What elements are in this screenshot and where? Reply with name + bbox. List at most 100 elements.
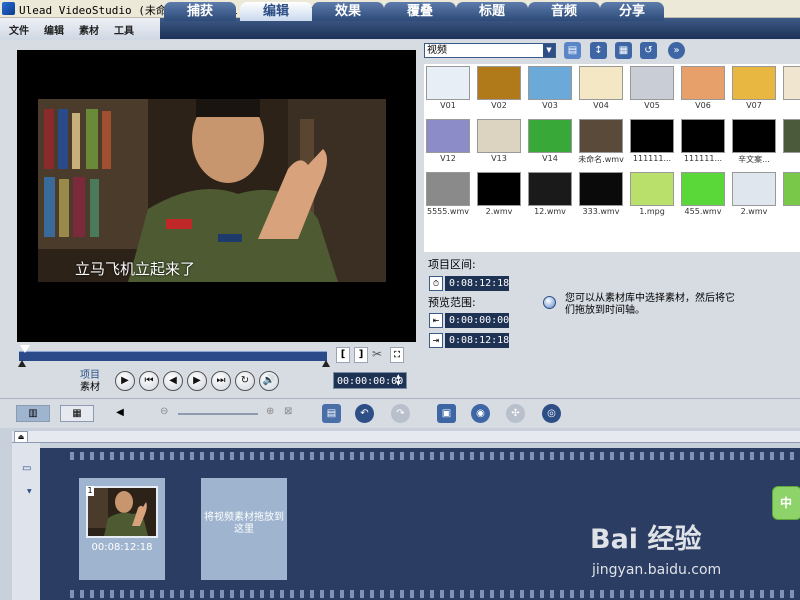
volume-icon[interactable]: 🔊 [259, 371, 279, 391]
trim-end-marker[interactable] [322, 360, 330, 367]
mode-clip[interactable]: 素材 [80, 382, 100, 394]
watermark-logo: Bai 经验 [590, 524, 702, 555]
go-start-icon[interactable]: ⏮ [139, 371, 159, 391]
zoom-slider[interactable] [178, 413, 258, 415]
repeat-icon[interactable]: ↻ [235, 371, 255, 391]
library-thumbnail[interactable] [732, 172, 776, 206]
library-thumbnail[interactable] [630, 172, 674, 206]
library-thumbnail[interactable] [426, 66, 470, 100]
library-thumbnail-label: 1 [781, 154, 800, 163]
audio-view-icon[interactable]: ◀ [103, 405, 137, 422]
clock-icon: ⏱ [429, 276, 443, 291]
library-thumbnail[interactable] [426, 172, 470, 206]
timeline-ruler[interactable] [12, 431, 800, 443]
library-manager-icon[interactable]: ▦ [615, 42, 632, 59]
storyboard-view-icon[interactable]: ▥ [16, 405, 50, 422]
tab-effects[interactable]: 效果 [312, 2, 384, 21]
video-subtitle: 立马飞机立起来了 [75, 260, 196, 278]
drop-zone[interactable]: 将视频素材拖放到这里 [201, 478, 287, 580]
tab-audio[interactable]: 音频 [528, 2, 600, 21]
fullscreen-icon[interactable]: ⛶ [390, 347, 404, 363]
library-thumbnail[interactable] [681, 172, 725, 206]
menu-tools[interactable]: 工具 [114, 22, 134, 37]
library-thumbnail[interactable] [579, 119, 623, 153]
timecode-spinner[interactable]: ▲ ▼ [396, 373, 405, 387]
fit-project-icon[interactable]: ⊠ [284, 406, 292, 417]
library-thumbnail[interactable] [426, 119, 470, 153]
tab-share[interactable]: 分享 [600, 2, 664, 21]
library-thumbnail[interactable] [783, 119, 800, 153]
library-thumbnail[interactable] [630, 119, 674, 153]
collapse-icon[interactable]: ⏏ [14, 431, 28, 443]
zoom-in-icon[interactable]: ⊕ [266, 406, 274, 417]
clip-number: 1 [86, 486, 94, 496]
library-thumbnail[interactable] [732, 66, 776, 100]
tab-overlay[interactable]: 覆叠 [384, 2, 456, 21]
side-tab[interactable]: 中 [772, 486, 800, 520]
library-thumbnail[interactable] [579, 172, 623, 206]
timeline-view-icon[interactable]: ▦ [60, 405, 94, 422]
mark-in-button[interactable]: [ [336, 347, 350, 363]
dropdown-arrow-icon[interactable]: ▼ [543, 44, 555, 57]
library-thumbnail-label: V [781, 101, 800, 110]
library-thumbnail[interactable] [477, 172, 521, 206]
range-start-value: 0:00:00:00 [445, 313, 509, 328]
library-thumbnail-label: V04 [593, 101, 609, 110]
insert-media-icon[interactable]: ▤ [322, 404, 341, 423]
library-thumbnail-label: 333.wmv [582, 207, 620, 216]
tab-capture[interactable]: 捕获 [164, 2, 236, 21]
import-icon[interactable]: ↺ [640, 42, 657, 59]
library-thumbnail[interactable] [783, 66, 800, 100]
track-dropdown-icon[interactable]: ▼ [27, 488, 32, 495]
library-thumbnail[interactable] [477, 119, 521, 153]
library-thumbnail-label: 111111... [632, 154, 672, 163]
mode-project[interactable]: 项目 [80, 370, 100, 382]
zoom-out-icon[interactable]: ⊖ [160, 406, 168, 417]
smart-proxy-icon[interactable]: ▣ [437, 404, 456, 423]
library-thumbnail-label: 455.wmv [684, 207, 722, 216]
prev-frame-icon[interactable]: ◀ [163, 371, 183, 391]
film-sprockets-top [70, 452, 800, 460]
library-thumbnail[interactable] [681, 66, 725, 100]
clip-thumbnail[interactable] [86, 486, 158, 538]
menu-clip[interactable]: 素材 [79, 22, 99, 37]
library-thumbnail[interactable] [630, 66, 674, 100]
tab-title[interactable]: 标题 [456, 2, 528, 21]
tab-edit[interactable]: 编辑 [240, 2, 312, 21]
library-thumbnail[interactable] [477, 66, 521, 100]
folder-icon[interactable]: ▤ [564, 42, 581, 59]
library-thumbnail[interactable] [528, 66, 572, 100]
film-sprockets-bottom [70, 590, 800, 598]
library-thumbnail-label: 2.wmv [740, 207, 768, 216]
library-thumbnail[interactable] [783, 172, 800, 206]
scrub-handle[interactable] [20, 345, 30, 353]
trim-start-marker[interactable] [18, 360, 26, 367]
scrub-bar[interactable] [19, 351, 327, 361]
expand-icon[interactable]: » [668, 42, 685, 59]
menu-file[interactable]: 文件 [9, 22, 29, 37]
redo-icon[interactable]: ↷ [391, 404, 410, 423]
menu-edit[interactable]: 编辑 [44, 22, 64, 37]
library-thumbnail-label: V13 [491, 154, 507, 163]
next-frame-icon[interactable]: ▶ [187, 371, 207, 391]
track-toggle-icon[interactable]: ▭ [22, 463, 31, 474]
library-category-select[interactable]: 视频 [424, 43, 556, 58]
scissors-icon[interactable]: ✂ [372, 347, 386, 363]
burn-disc-icon[interactable]: ◎ [542, 404, 561, 423]
library-thumbnail[interactable] [528, 119, 572, 153]
library-thumbnail[interactable] [681, 119, 725, 153]
batch-convert-icon[interactable]: ✣ [506, 404, 525, 423]
sort-icon[interactable]: ↕ [590, 42, 607, 59]
go-end-icon[interactable]: ⏭ [211, 371, 231, 391]
play-icon[interactable]: ▶ [115, 371, 135, 391]
record-capture-icon[interactable]: ◉ [471, 404, 490, 423]
clip-duration: 00:08:12:18 [91, 542, 153, 553]
mark-out-button[interactable]: ] [354, 347, 368, 363]
library-thumbnail[interactable] [579, 66, 623, 100]
library-thumbnail[interactable] [732, 119, 776, 153]
library-thumbnail-label: 111111... [683, 154, 723, 163]
project-duration-label: 项目区间: [428, 258, 476, 271]
library-thumbnail[interactable] [528, 172, 572, 206]
library-thumbnail-label: V06 [695, 101, 711, 110]
undo-icon[interactable]: ↶ [355, 404, 374, 423]
